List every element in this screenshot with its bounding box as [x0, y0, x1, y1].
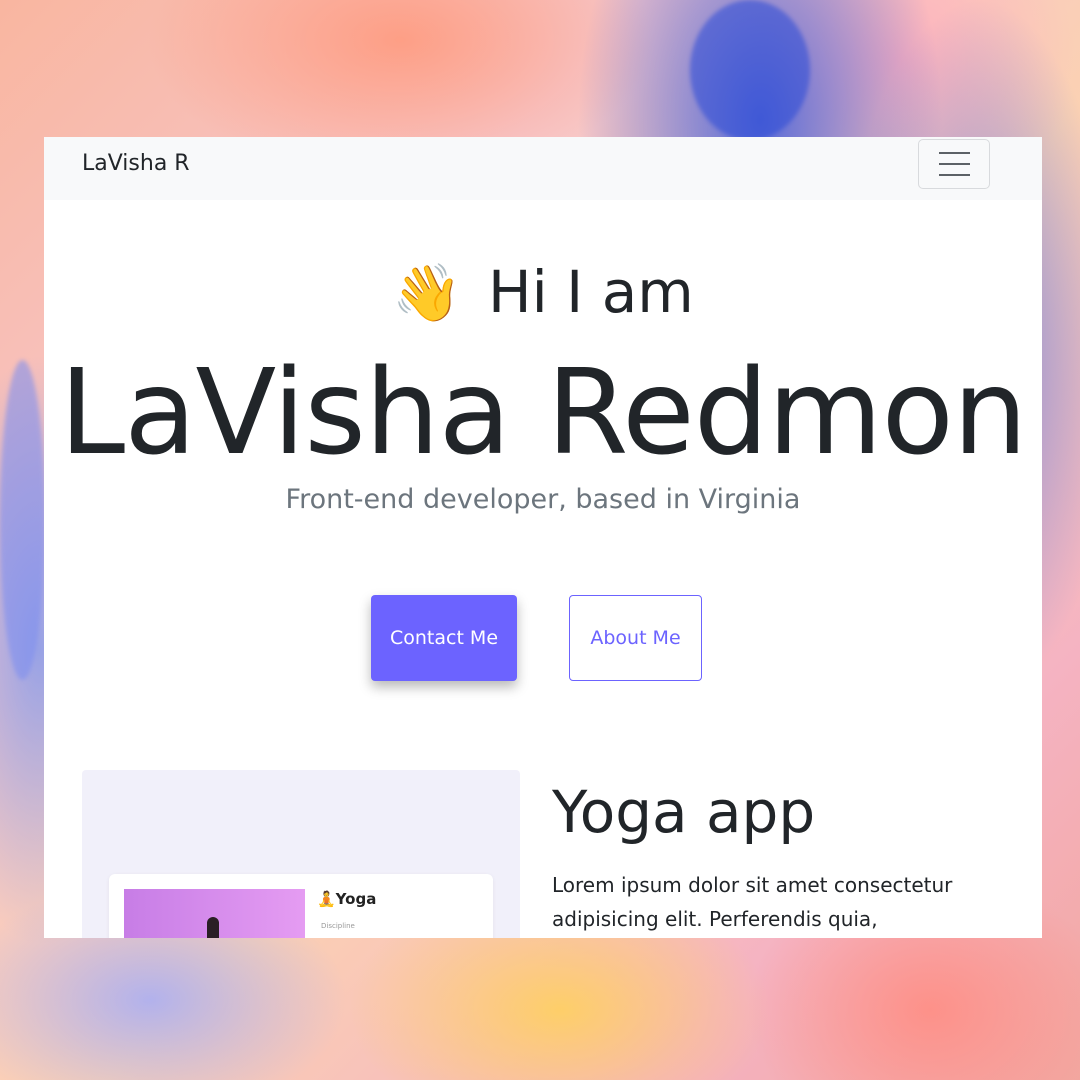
project-preview-image[interactable]: 🧘Yoga Discipline	[82, 770, 520, 938]
greeting-text: Hi I am	[487, 258, 694, 326]
hero-greeting: 👋 Hi I am	[44, 257, 1042, 329]
navbar: LaVisha R	[44, 137, 1042, 200]
hamburger-menu-icon	[939, 152, 970, 154]
app-preview-card: 🧘Yoga Discipline	[109, 874, 493, 938]
background-swirl-blue	[690, 0, 810, 140]
project-title: Yoga app	[552, 778, 816, 846]
preview-title: 🧘Yoga	[317, 890, 377, 908]
hero-name: LaVisha Redmon	[59, 343, 1027, 481]
waving-hand-icon: 👋	[392, 261, 462, 326]
about-me-button[interactable]: About Me	[569, 595, 702, 681]
navbar-brand[interactable]: LaVisha R	[82, 151, 190, 176]
background-swirl-purple	[0, 360, 45, 680]
navbar-toggler-button[interactable]	[918, 139, 990, 189]
preview-photo	[124, 889, 305, 938]
project-description: Lorem ipsum dolor sit amet consectetur a…	[552, 873, 953, 931]
hamburger-menu-icon-line	[939, 174, 970, 176]
person-figure	[207, 917, 219, 938]
browser-viewport: LaVisha R 👋 Hi I am LaVisha Redmon Front-…	[44, 137, 1042, 938]
hamburger-menu-icon-line	[939, 163, 970, 165]
hero-subtitle: Front-end developer, based in Virginia	[285, 484, 801, 515]
contact-me-button[interactable]: Contact Me	[371, 595, 517, 681]
preview-small-text: Discipline	[321, 922, 355, 930]
